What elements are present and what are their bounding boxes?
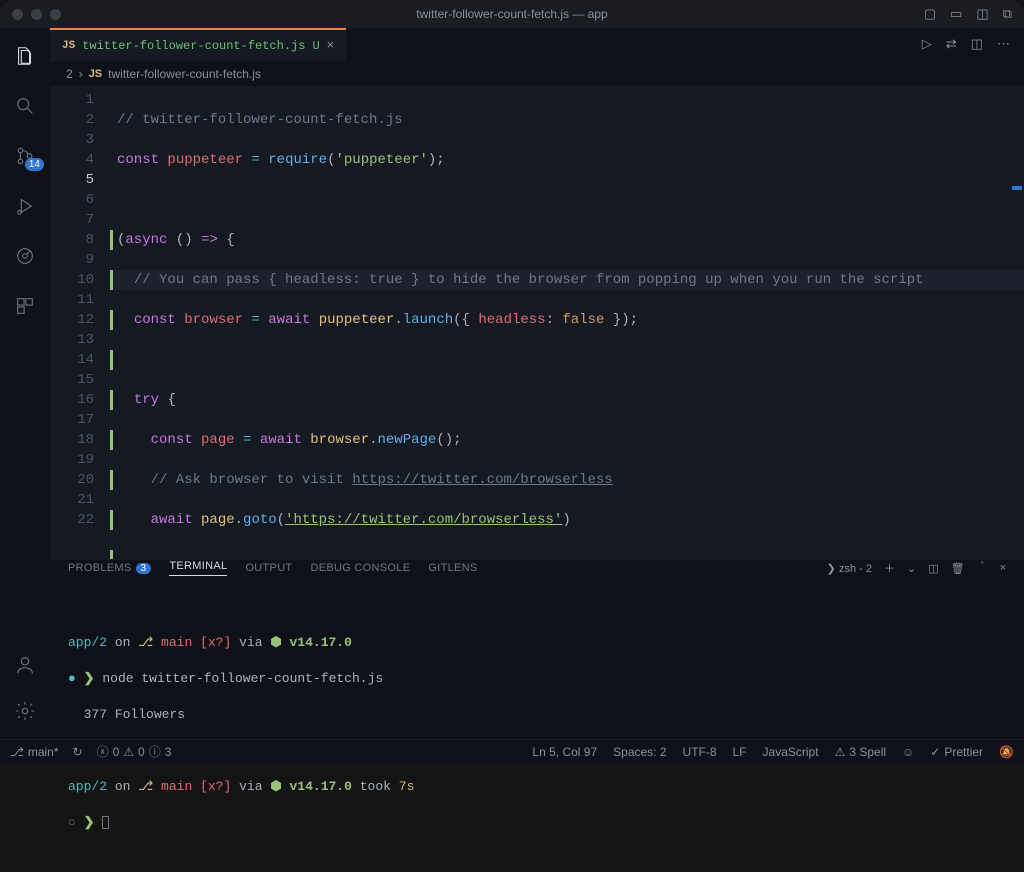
tab-modified: U [312,39,319,53]
tab-gitlens[interactable]: GITLENS [428,562,477,574]
scm-badge: 14 [25,158,44,171]
code-editor[interactable]: 12345678910111213141516171819202122 // t… [50,86,1024,559]
chevron-up-icon[interactable]: ＾ [977,560,988,576]
tab-problems[interactable]: PROBLEMS3 [68,562,151,574]
tab-output[interactable]: OUTPUT [245,562,292,574]
account-icon[interactable] [1,645,49,685]
js-icon: JS [62,40,75,52]
breadcrumb[interactable]: 2 › JS twitter-follower-count-fetch.js [50,62,1024,86]
bottom-panel: PROBLEMS3 TERMINAL OUTPUT DEBUG CONSOLE … [50,559,1024,739]
overview-ruler[interactable] [1008,86,1022,559]
trash-icon[interactable]: 🗑 [951,562,965,575]
new-terminal-icon[interactable]: ＋ [884,560,895,576]
diagnostics[interactable]: ⓧ 0 ⚠ 0 ⓘ 3 [97,743,172,760]
tabs-row: JS twitter-follower-count-fetch.js U × ▷… [50,28,1024,62]
close-icon[interactable]: × [327,38,335,53]
js-icon: JS [89,68,102,80]
activity-bar: 14 [0,28,50,739]
close-panel-icon[interactable]: × [1000,562,1006,574]
cursor-pos[interactable]: Ln 5, Col 97 [532,745,597,759]
tab-filename: twitter-follower-count-fetch.js [82,39,305,53]
split-icon[interactable]: ◫ [971,37,983,52]
panel-tabs: PROBLEMS3 TERMINAL OUTPUT DEBUG CONSOLE … [50,560,1024,576]
tab-terminal[interactable]: TERMINAL [169,560,227,576]
scm-tab[interactable]: 14 [1,136,49,176]
encoding[interactable]: UTF-8 [683,745,717,759]
window-title: twitter-follower-count-fetch.js — app [0,7,1024,21]
terminal-picker[interactable]: ❯ zsh - 2 [827,562,872,575]
debug-tab[interactable] [1,186,49,226]
split-terminal-icon[interactable]: ◫ [928,562,938,575]
code-body[interactable]: // twitter-follower-count-fetch.js const… [106,86,1024,559]
branch-indicator[interactable]: ⎇ main* [10,745,59,759]
terminal-body[interactable]: app/2 on ⎇ main [x?] via ⬢ v14.17.0 ● ❯ … [50,576,1024,872]
bell-icon[interactable]: 🔕 [999,745,1014,759]
gitlens-tab[interactable] [1,236,49,276]
breadcrumb-file: twitter-follower-count-fetch.js [108,67,261,81]
title-bar: twitter-follower-count-fetch.js — app ▢ … [0,0,1024,28]
indent[interactable]: Spaces: 2 [613,745,666,759]
run-icon[interactable]: ▷ [922,37,932,52]
search-tab[interactable] [1,86,49,126]
diff-icon[interactable]: ⇄ [946,37,957,52]
dropdown-icon[interactable]: ⌄ [907,562,916,575]
spell[interactable]: ⚠ 3 Spell [835,745,886,759]
prettier[interactable]: ✓ Prettier [930,745,983,759]
gutter: 12345678910111213141516171819202122 [50,86,106,559]
tab-debug-console[interactable]: DEBUG CONSOLE [310,562,410,574]
extensions-tab[interactable] [1,286,49,326]
eol[interactable]: LF [733,745,747,759]
language[interactable]: JavaScript [763,745,819,759]
breadcrumb-folder: 2 [66,67,73,81]
explorer-tab[interactable] [1,36,49,76]
feedback-icon[interactable]: ☺ [902,745,914,759]
tab-file[interactable]: JS twitter-follower-count-fetch.js U × [50,28,346,61]
settings-icon[interactable] [1,691,49,731]
sync-icon[interactable]: ↻ [73,745,83,759]
more-icon[interactable]: ⋯ [997,37,1010,52]
